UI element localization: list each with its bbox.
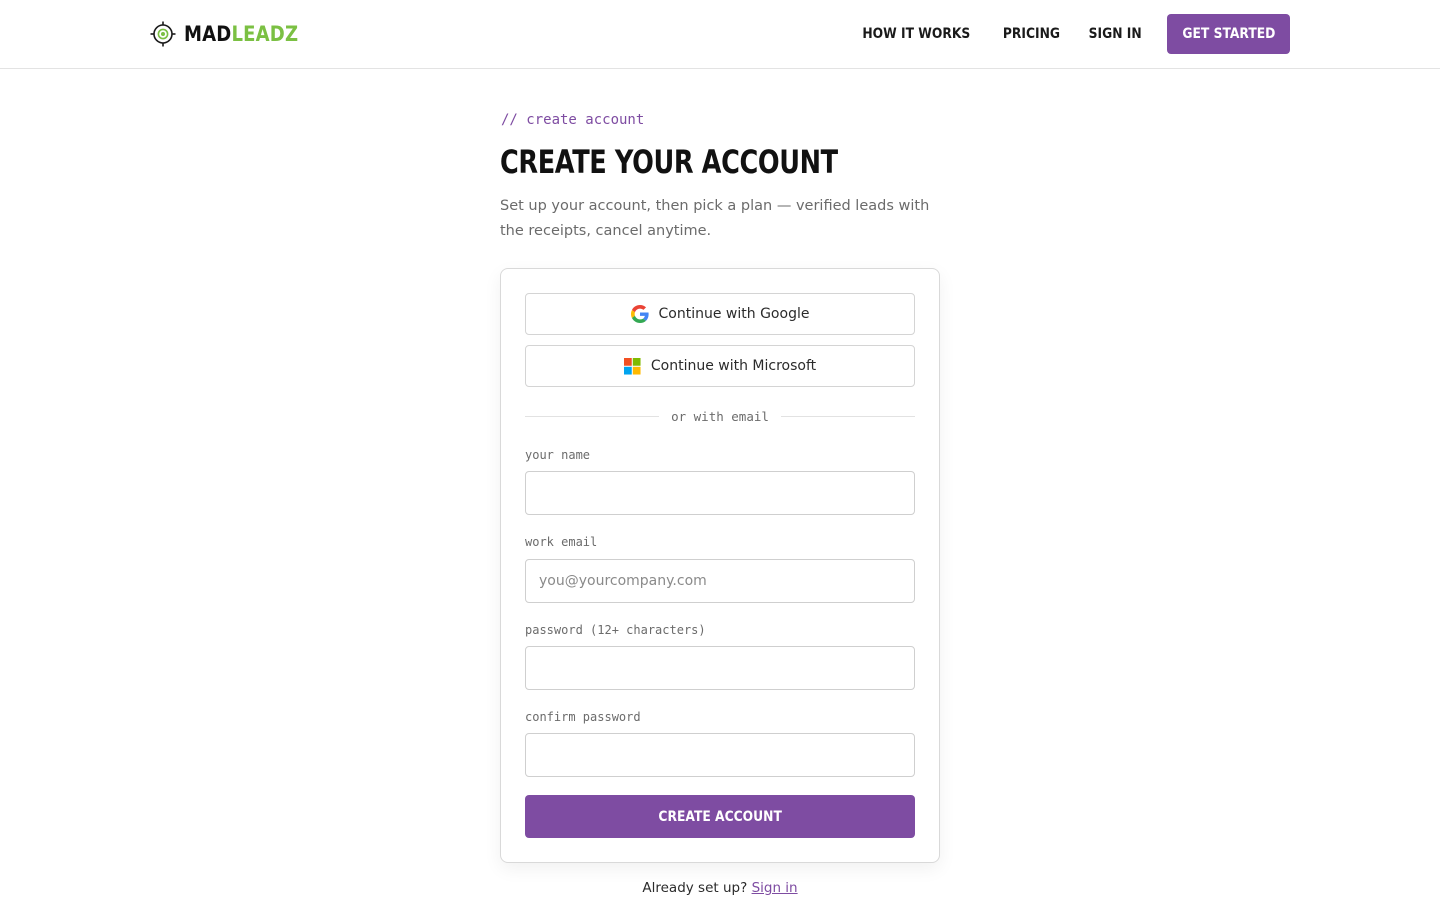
nav-sign-in[interactable]: SIGN IN: [1088, 26, 1141, 42]
signup-card: Continue with Google Continue with Micro…: [500, 268, 940, 863]
sign-in-prompt: Already set up? Sign in: [500, 880, 940, 896]
get-started-label: GET STARTED: [1181, 26, 1276, 42]
target-icon: [150, 21, 176, 47]
confirm-password-input[interactable]: [525, 733, 915, 777]
divider-text: or with email: [671, 408, 769, 424]
google-icon: [630, 305, 649, 323]
password-input[interactable]: [525, 646, 915, 690]
top-header: MADLEADZ HOW IT WORKS PRICING SIGN IN GE…: [0, 0, 1440, 69]
name-input[interactable]: [525, 471, 915, 515]
nav-how-it-works[interactable]: HOW IT WORKS: [862, 26, 970, 42]
email-label: work email: [525, 535, 598, 549]
microsoft-button-label: Continue with Microsoft: [650, 358, 817, 374]
email-input[interactable]: [525, 559, 915, 603]
microsoft-icon: [623, 357, 641, 375]
email-divider: or with email: [525, 408, 915, 424]
brand-logo[interactable]: MADLEADZ: [150, 21, 317, 47]
sign-in-link[interactable]: Sign in: [752, 880, 798, 896]
name-label: your name: [525, 448, 591, 462]
main-nav: HOW IT WORKS PRICING SIGN IN GET STARTED: [855, 14, 1290, 54]
continue-with-microsoft-button[interactable]: Continue with Microsoft: [525, 345, 915, 387]
continue-with-google-button[interactable]: Continue with Google: [525, 293, 915, 335]
divider-line-right: [780, 415, 915, 417]
create-account-label: CREATE ACCOUNT: [658, 808, 782, 825]
sign-in-prompt-text: Already set up?: [642, 880, 748, 896]
page-subtitle: Set up your account, then pick a plan — …: [500, 198, 930, 239]
divider-line-left: [525, 415, 660, 417]
create-account-button[interactable]: CREATE ACCOUNT: [525, 795, 915, 838]
confirm-password-label: confirm password: [525, 710, 641, 724]
get-started-button[interactable]: GET STARTED: [1167, 14, 1290, 54]
brand-name: MADLEADZ: [184, 21, 298, 47]
password-label: password (12+ characters): [525, 623, 706, 637]
page-title: CREATE YOUR ACCOUNT: [500, 143, 838, 181]
brand-name-part1: MAD: [184, 22, 232, 46]
google-button-label: Continue with Google: [658, 306, 810, 322]
nav-pricing[interactable]: PRICING: [1003, 26, 1060, 42]
eyebrow-label: // create account: [501, 112, 645, 128]
brand-name-part2: LEADZ: [231, 22, 299, 46]
